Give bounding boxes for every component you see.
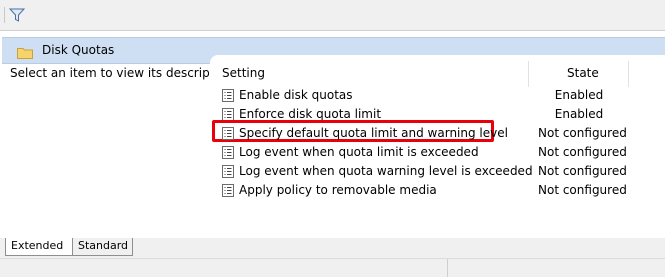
column-divider[interactable]	[628, 61, 629, 87]
tab-label: Standard	[78, 239, 129, 252]
policy-name: Apply policy to removable media	[239, 183, 437, 197]
policy-row-log-event-quota-limit[interactable]: Log event when quota limit is exceeded N…	[210, 143, 665, 162]
settings-list: Setting State Enable disk quotas Enabled…	[210, 55, 665, 239]
tab-standard[interactable]: Standard	[72, 238, 133, 256]
policy-row-specify-default-quota-limit[interactable]: Specify default quota limit and warning …	[210, 120, 665, 143]
status-bar	[0, 258, 665, 277]
folder-icon	[17, 48, 33, 59]
policy-setting-icon	[222, 146, 234, 159]
policy-row-apply-policy-removable-media[interactable]: Apply policy to removable media Not conf…	[210, 181, 665, 200]
tab-extended[interactable]: Extended	[5, 238, 73, 256]
policy-setting-icon	[222, 89, 234, 102]
policy-name: Specify default quota limit and warning …	[239, 126, 508, 140]
policy-name: Enforce disk quota limit	[239, 107, 382, 121]
policy-state: Not configured	[538, 183, 627, 197]
policy-row-log-event-quota-warning[interactable]: Log event when quota warning level is ex…	[210, 162, 665, 181]
policy-state: Not configured	[538, 145, 627, 159]
filter-icon[interactable]	[9, 7, 25, 23]
page-title: Disk Quotas	[42, 43, 115, 57]
column-header-setting[interactable]: Setting	[222, 66, 265, 80]
policy-row-enable-disk-quotas[interactable]: Enable disk quotas Enabled	[210, 86, 665, 105]
column-divider[interactable]	[528, 61, 529, 87]
status-bar-divider	[447, 259, 448, 277]
policy-state: Enabled	[554, 107, 604, 121]
policy-state: Not configured	[538, 164, 627, 178]
policy-setting-icon	[222, 184, 234, 197]
policy-name: Log event when quota warning level is ex…	[239, 164, 533, 178]
column-header-state[interactable]: State	[567, 66, 599, 80]
content-pane: Disk Quotas Select an item to view its d…	[0, 30, 665, 264]
description-text: Select an item to view its description.	[10, 66, 237, 80]
toolbar	[0, 0, 665, 30]
policy-state: Not configured	[538, 126, 627, 140]
policy-setting-icon	[222, 127, 234, 140]
tab-label: Extended	[11, 239, 64, 252]
policy-name: Log event when quota limit is exceeded	[239, 145, 479, 159]
policy-setting-icon	[222, 165, 234, 178]
policy-name: Enable disk quotas	[239, 88, 353, 102]
toolbar-separator	[4, 7, 5, 23]
policy-state: Enabled	[554, 88, 604, 102]
